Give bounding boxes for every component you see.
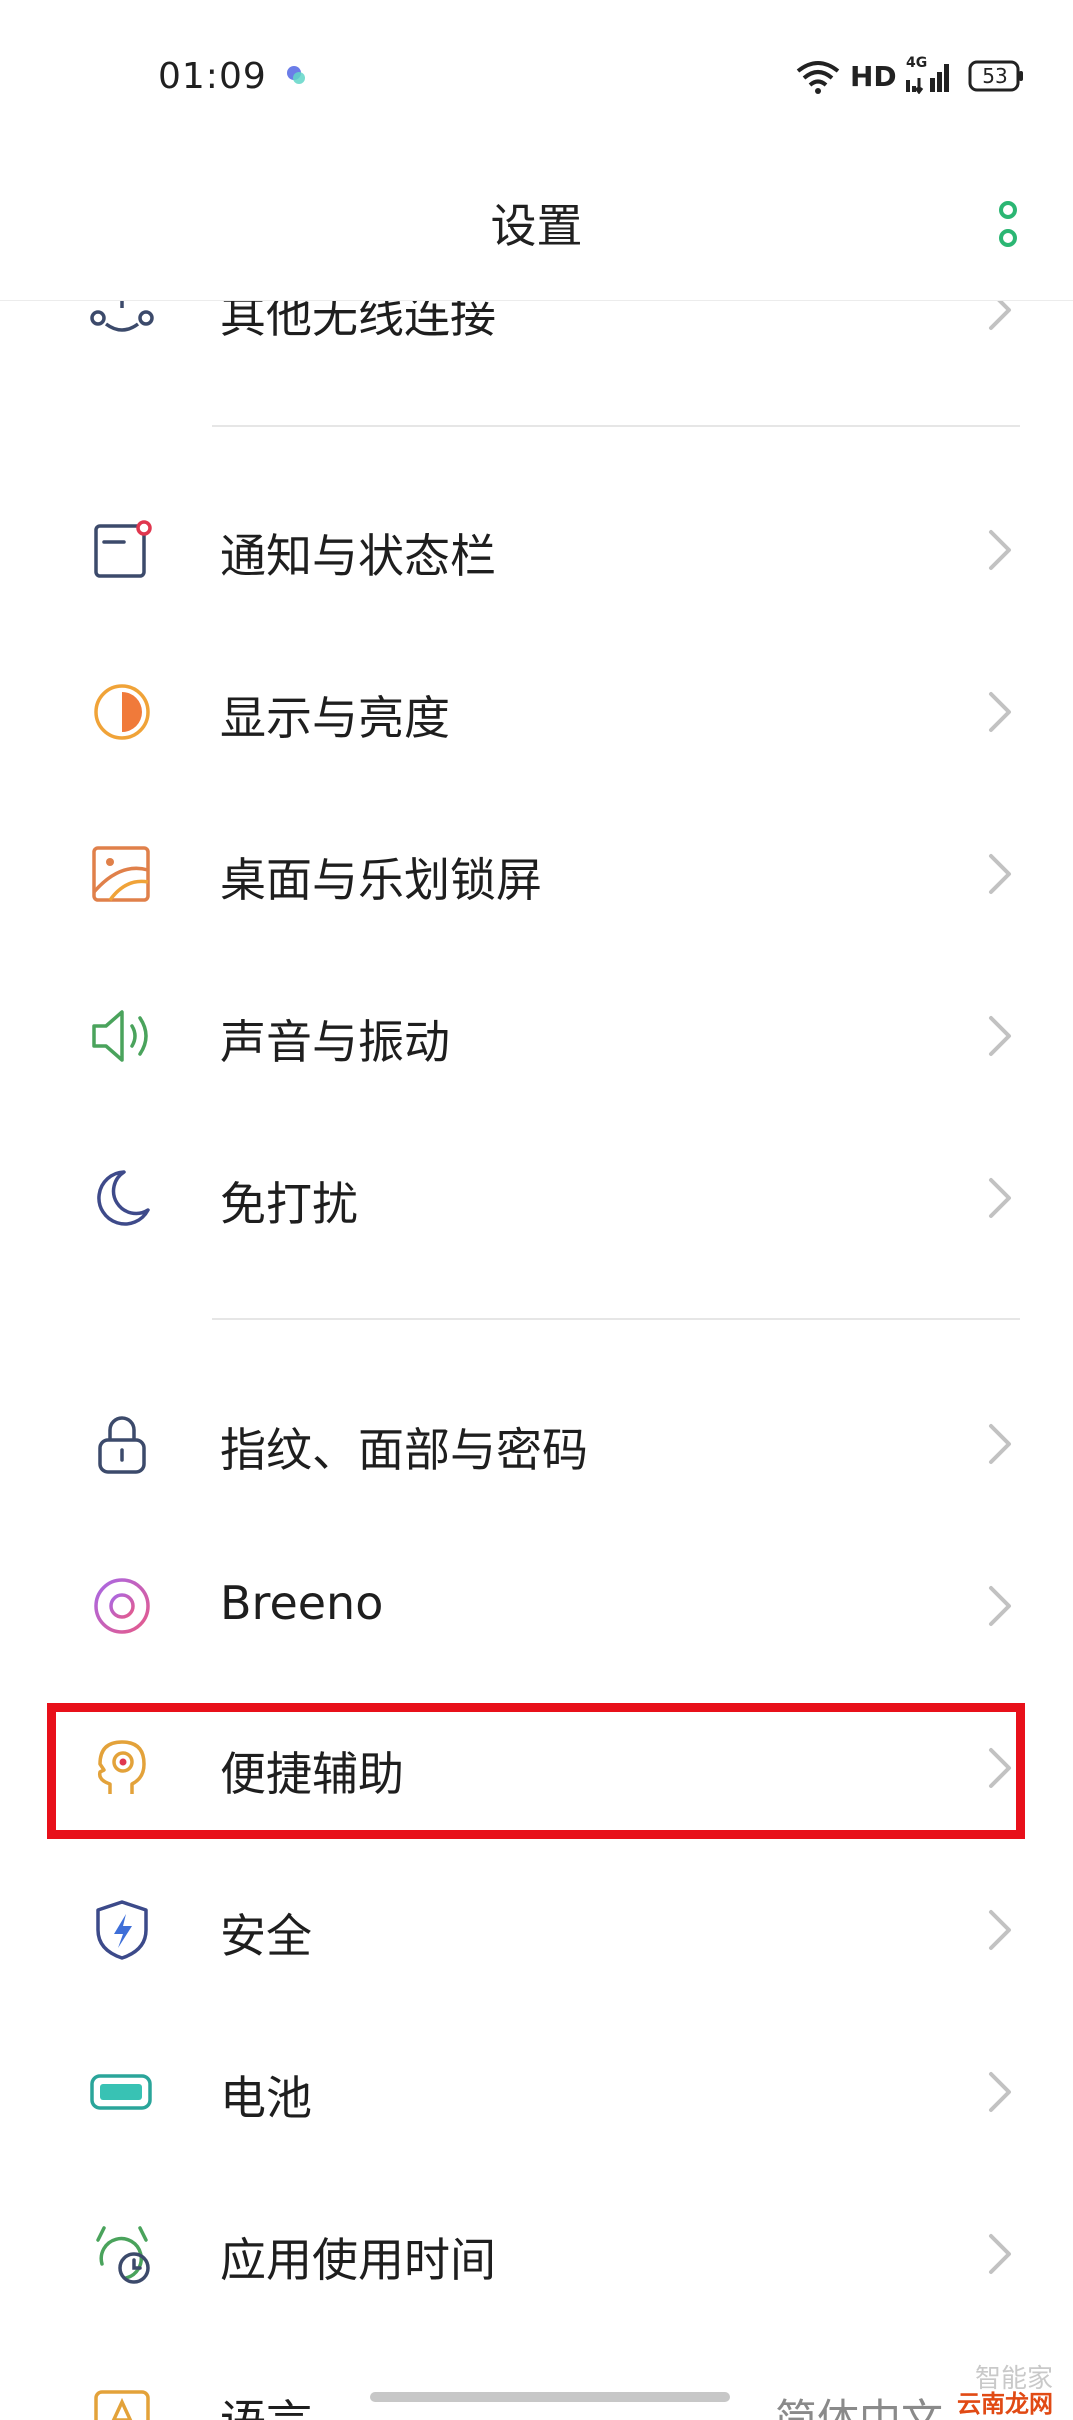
chevron-right-icon (989, 854, 1011, 894)
settings-item-label: 显示与亮度 (220, 691, 450, 745)
settings-item-battery[interactable]: 电池 (0, 2012, 1073, 2172)
chevron-right-icon (989, 2234, 1011, 2274)
home-gesture-bar[interactable] (370, 2392, 730, 2402)
assistant-dot-icon (287, 66, 305, 84)
chevron-right-icon (989, 2072, 1011, 2112)
settings-item-label: 桌面与乐划锁屏 (220, 853, 542, 907)
more-options-icon[interactable] (990, 198, 1026, 258)
brightness-icon (94, 684, 150, 740)
settings-item-breeno[interactable]: Breeno (0, 1526, 1073, 1686)
notification-icon (94, 520, 152, 578)
settings-item-label: 指纹、面部与密码 (220, 1423, 588, 1477)
chevron-right-icon (989, 1016, 1011, 1056)
chevron-right-icon (989, 692, 1011, 732)
section-divider (212, 425, 1020, 427)
settings-item-label: 安全 (220, 1909, 312, 1963)
settings-item-sound[interactable]: 声音与振动 (0, 956, 1073, 1116)
app-header: 设置 (0, 150, 1073, 301)
speaker-icon (92, 1010, 148, 1062)
settings-item-label: 其他无线连接 (220, 300, 496, 343)
watermark: 智能家 云南龙网 (913, 2358, 1053, 2418)
wifi-icon (796, 61, 840, 94)
settings-item-security[interactable]: 安全 (0, 1850, 1073, 2010)
chevron-right-icon (989, 1586, 1011, 1626)
settings-item-security-unlock[interactable]: 指纹、面部与密码 (0, 1364, 1073, 1524)
settings-item-label: 通知与状态栏 (220, 529, 496, 583)
page-title: 设置 (490, 199, 583, 253)
chevron-right-icon (989, 1910, 1011, 1950)
moon-icon (97, 1170, 150, 1226)
shield-icon (96, 1900, 148, 1960)
settings-item-display[interactable]: 显示与亮度 (0, 632, 1073, 792)
chevron-right-icon (989, 300, 1011, 330)
section-divider (212, 1318, 1020, 1320)
connection-icon (90, 300, 154, 332)
language-icon (94, 2390, 150, 2420)
settings-item-label: 声音与振动 (220, 1015, 450, 1069)
settings-item-convenience-assist[interactable]: 便捷辅助 (0, 1688, 1073, 1848)
assist-head-icon (97, 1740, 146, 1794)
battery-level: 53 (982, 64, 1008, 88)
settings-item-other-wireless[interactable]: 其他无线连接 (0, 300, 1073, 390)
breeno-icon (94, 1578, 150, 1634)
status-bar: 01:09 HD 4G 53 (0, 0, 1073, 150)
settings-item-app-usage-time[interactable]: 应用使用时间 (0, 2174, 1073, 2334)
settings-item-wallpaper[interactable]: 桌面与乐划锁屏 (0, 794, 1073, 954)
settings-item-label: 电池 (220, 2071, 312, 2125)
settings-item-label: 免打扰 (220, 1177, 358, 1231)
network-hd-label: HD (850, 60, 897, 93)
status-time: 01:09 (158, 56, 267, 97)
settings-item-label: 应用使用时间 (220, 2233, 496, 2287)
battery-icon (90, 2074, 152, 2110)
wallpaper-icon (92, 846, 150, 902)
chevron-right-icon (989, 1424, 1011, 1464)
lock-icon (98, 1416, 146, 1474)
watermark-line2: 云南龙网 (957, 2390, 1053, 2418)
settings-item-label: 语言 (220, 2386, 312, 2420)
settings-list: 其他无线连接 通知与状态栏 显示与亮度 桌面与乐划锁屏 声音与振动 免打扰 指纹… (0, 300, 1073, 2420)
settings-item-do-not-disturb[interactable]: 免打扰 (0, 1118, 1073, 1278)
settings-item-label: 便捷辅助 (220, 1747, 404, 1801)
alarm-clock-icon (96, 2226, 150, 2284)
settings-item-notifications[interactable]: 通知与状态栏 (0, 470, 1073, 630)
chevron-right-icon (989, 1178, 1011, 1218)
chevron-right-icon (989, 530, 1011, 570)
chevron-right-icon (989, 1748, 1011, 1788)
settings-item-label: Breeno (220, 1576, 384, 1630)
signal-strength-icon (906, 64, 949, 94)
